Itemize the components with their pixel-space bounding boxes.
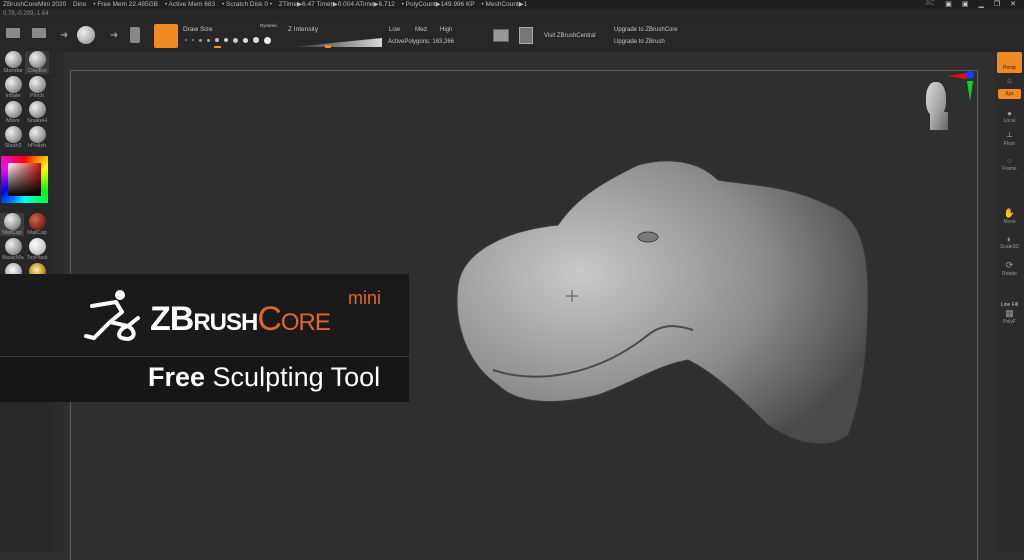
brush-hpolish[interactable]: hPolish xyxy=(25,126,49,149)
material-thumbnail xyxy=(28,238,46,255)
zbrush-logo-figure-icon xyxy=(84,290,140,341)
arrow-icon: ➜ xyxy=(60,30,69,41)
brush-move[interactable]: Move xyxy=(1,101,25,124)
material-thumbnail xyxy=(3,213,21,230)
brush-thumbnail xyxy=(4,126,22,143)
floor-button[interactable]: ┴ Floor xyxy=(995,132,1024,147)
stat-polycount: • PolyCount▶149.996 KP xyxy=(401,1,475,8)
brush-snakehook[interactable]: SnakeH xyxy=(25,101,49,124)
draw-size-slider[interactable] xyxy=(185,36,275,44)
neck-icon xyxy=(930,112,948,130)
scale-button[interactable]: ◐ Scale3D xyxy=(995,234,1024,250)
color-square[interactable] xyxy=(8,163,41,196)
right-shelf: Persp ⌂ Xyz ● Local ┴ Floor ⁘ Frame ✋ Move ◐… xyxy=(995,52,1024,552)
brush-thumbnail xyxy=(28,101,46,118)
layout-icon[interactable]: ▣ xyxy=(945,0,952,9)
symmetry-button[interactable] xyxy=(154,24,178,48)
rotate-button[interactable]: ⟳ Rotate xyxy=(995,260,1024,277)
material-toyplastic[interactable]: ToyPlast xyxy=(25,238,49,261)
brand-mini: mini xyxy=(348,288,382,308)
high-button[interactable]: High xyxy=(440,27,452,33)
window-controls: AC ▣ ▣ ▁ ❐ ✕ xyxy=(925,0,1024,9)
material-matcap-gray[interactable]: MatCap xyxy=(0,213,24,236)
stat-scratch: • Scratch Disk 0 • xyxy=(221,1,273,8)
material-thumbnail xyxy=(28,213,46,230)
arrow2-icon: ➜ xyxy=(110,30,119,41)
brush-thumbnail xyxy=(4,76,22,93)
brush-thumbnail xyxy=(4,51,22,68)
image-icon[interactable] xyxy=(493,29,509,42)
axis-gizmo[interactable] xyxy=(945,70,977,102)
color-picker[interactable] xyxy=(1,156,48,203)
tagline-rest: Sculpting Tool xyxy=(205,362,381,392)
active-polygons-readout: ActivePolygons: 163,266 xyxy=(388,39,455,45)
brush-thumbnail xyxy=(28,51,46,68)
stat-mem: • Free Mem 22.485GB xyxy=(93,1,159,8)
document-name: Dino xyxy=(73,1,87,8)
x-axis-arrow xyxy=(947,73,967,79)
restore-icon[interactable]: ❐ xyxy=(994,0,1000,9)
tagline: Free Sculpting Tool xyxy=(148,362,380,393)
move-button[interactable]: ✋ Move xyxy=(995,208,1024,225)
coordinate-readout: 0.78,-0.299,-1.64 xyxy=(0,9,1024,20)
stat-active-mem: • Active Mem 683 xyxy=(164,1,216,8)
persp-button[interactable]: Persp xyxy=(997,52,1022,73)
dino-eye xyxy=(637,231,659,243)
z-intensity-slider[interactable] xyxy=(292,38,382,47)
y-axis-arrow xyxy=(967,81,973,101)
cylinder-tool-icon[interactable] xyxy=(130,27,140,43)
layout2-icon[interactable]: ▣ xyxy=(962,0,969,9)
xyz-button[interactable]: Xyz xyxy=(998,89,1021,99)
sphere-tool-icon[interactable] xyxy=(77,26,95,44)
linefill-button[interactable]: Line Fill ▦ PolyF xyxy=(995,302,1024,325)
draw-size-marker[interactable] xyxy=(214,46,221,48)
visit-zbrushcentral-link[interactable]: Visit ZBrushCentral xyxy=(544,33,596,39)
brush-slash3[interactable]: Slash3 xyxy=(1,126,25,149)
floor-toggle-icon[interactable]: ⌂ xyxy=(995,76,1024,85)
brush-thumbnail xyxy=(28,126,46,143)
low-button[interactable]: Low xyxy=(389,27,400,33)
med-button[interactable]: Med xyxy=(415,27,427,33)
minimize-icon[interactable]: ▁ xyxy=(978,0,983,9)
document-icon[interactable] xyxy=(519,27,533,44)
brush-claybuildup[interactable]: ClayBui xyxy=(25,51,49,74)
banner-logo-area: ZBrushCore mini xyxy=(0,274,409,357)
stat-time: ZTime▶6.47 Timer▶0.004 ATime▶6.712 xyxy=(278,1,395,8)
head-icon xyxy=(926,82,946,116)
material-thumbnail xyxy=(4,238,22,255)
z-intensity-label: Z Intensity xyxy=(288,26,318,33)
dynamic-label[interactable]: Dynamic xyxy=(260,23,278,28)
open-folder-icon[interactable] xyxy=(6,28,20,38)
app-title: ZBrushCoreMini 2020 xyxy=(3,1,67,8)
dino-sculpt-mesh[interactable] xyxy=(448,155,878,450)
save-folder-icon[interactable] xyxy=(32,28,46,38)
local-button[interactable]: ● Local xyxy=(995,109,1024,124)
promo-banner: ZBrushCore mini Free Sculpting Tool xyxy=(0,274,409,402)
brand-wordmark: ZBrushCore xyxy=(150,300,331,338)
frame-button[interactable]: ⁘ Frame xyxy=(995,157,1024,172)
close-icon[interactable]: ✕ xyxy=(1010,0,1016,9)
z-intensity-marker[interactable] xyxy=(325,45,331,48)
tagline-bold: Free xyxy=(148,362,206,392)
material-matcap-red[interactable]: MatCap xyxy=(25,213,49,236)
title-bar: ZBrushCoreMini 2020 Dino • Free Mem 22.4… xyxy=(0,0,1024,9)
top-toolbar: ➜ ➜ Draw Size Dynamic Z Intensity Low Me… xyxy=(0,20,1024,52)
z-axis-dot xyxy=(966,71,974,79)
upgrade-zbrushcore-link[interactable]: Upgrade to ZBrushCore xyxy=(614,27,678,33)
dino-head-shape xyxy=(456,160,869,445)
ac-label: AC xyxy=(925,0,936,7)
stat-meshcount: • MeshCount▶1 xyxy=(481,1,528,8)
brush-thumbnail xyxy=(4,101,22,118)
brush-thumbnail xyxy=(28,76,46,93)
brush-inflate[interactable]: Inflate xyxy=(1,76,25,99)
upgrade-zbrush-link[interactable]: Upgrade to ZBrush xyxy=(614,39,665,45)
brush-pinch[interactable]: Pinch xyxy=(25,76,49,99)
brand-zbrush: ZBrush xyxy=(150,300,258,338)
brush-standard[interactable]: Standar xyxy=(1,51,25,74)
draw-size-label: Draw Size xyxy=(183,26,213,33)
brand-core: Core xyxy=(257,300,331,338)
material-basic[interactable]: BasicMa xyxy=(1,238,25,261)
